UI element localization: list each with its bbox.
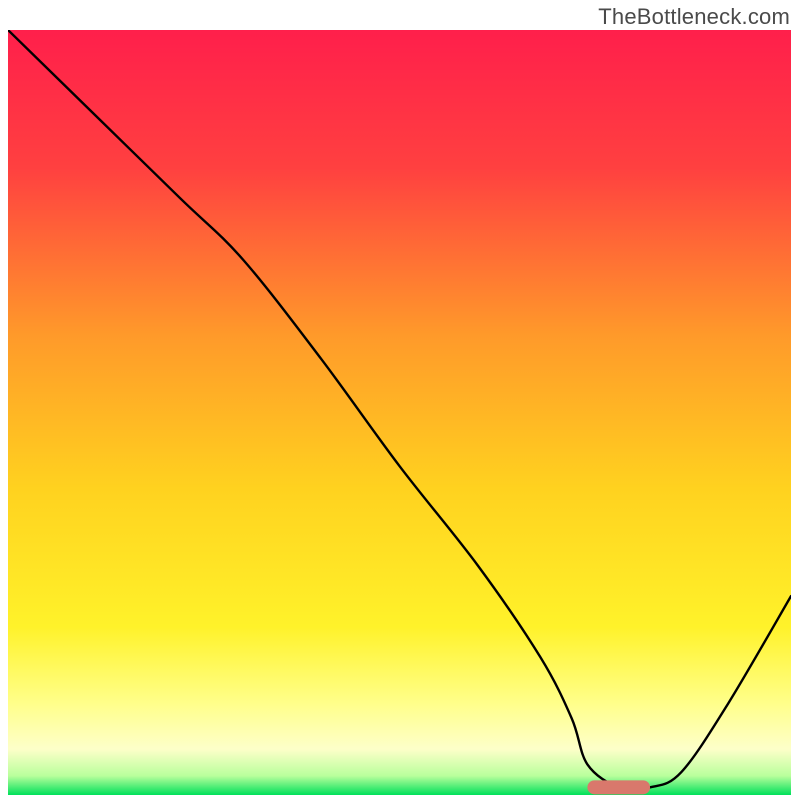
- plot-area: [8, 30, 791, 795]
- watermark-label: TheBottleneck.com: [598, 4, 790, 30]
- optimal-zone-marker: [587, 780, 650, 794]
- chart-svg: [8, 30, 791, 795]
- chart-stage: TheBottleneck.com: [0, 0, 800, 800]
